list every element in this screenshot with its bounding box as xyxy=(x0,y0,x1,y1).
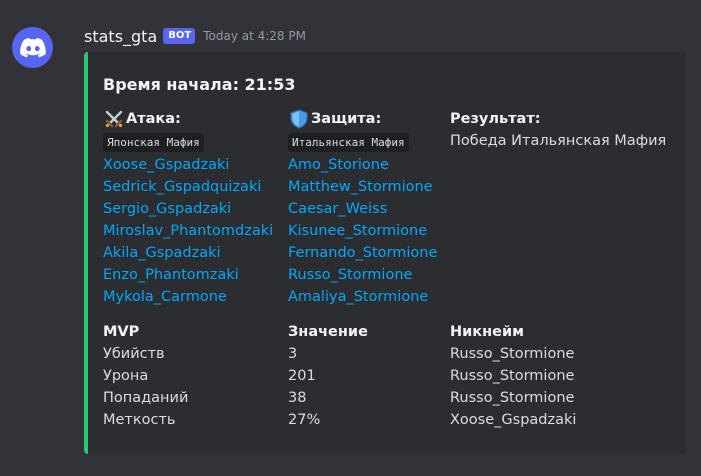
mvp-stat: Попаданий xyxy=(103,390,189,406)
mvp-value: 38 xyxy=(288,390,307,406)
attack-player[interactable]: Xoose_Gspadzaki xyxy=(103,154,273,176)
defense-label: Защита: xyxy=(311,111,382,127)
defense-player[interactable]: Amaliya_Stormione xyxy=(288,286,437,308)
defense-player[interactable]: Matthew_Stormione xyxy=(288,176,437,198)
result-field: Результат: Победа Итальянская Мафия xyxy=(450,108,666,152)
attack-player[interactable]: Mykola_Carmone xyxy=(103,286,273,308)
attack-faction: Японская Мафия xyxy=(103,133,204,152)
mvp-value: 27% xyxy=(288,412,321,428)
embed-title: Время начала: 21:53 xyxy=(103,75,296,94)
result-label: Результат: xyxy=(450,111,541,127)
defense-field: Защита: Итальянская Мафия Amo_Storione M… xyxy=(288,108,437,308)
timestamp[interactable]: Today at 4:28 PM xyxy=(203,29,306,43)
defense-player[interactable]: Kisunee_Stormione xyxy=(288,220,437,242)
username[interactable]: stats_gta xyxy=(84,27,157,46)
bot-avatar[interactable] xyxy=(12,27,53,68)
attack-label: Атака: xyxy=(126,111,181,127)
mvp-nickname: Xoose_Gspadzaki xyxy=(450,412,577,428)
defense-player[interactable]: Amo_Storione xyxy=(288,154,437,176)
discord-logo-icon xyxy=(19,37,46,57)
defense-faction: Итальянская Мафия xyxy=(288,133,409,152)
mvp-nickname: Russo_Stormione xyxy=(450,368,575,384)
attack-player[interactable]: Sedrick_Gspadquizaki xyxy=(103,176,273,198)
mvp-nickname-column: Никнейм Russo_Stormione Russo_Stormione … xyxy=(450,321,576,431)
attack-player[interactable]: Enzo_Phantomzaki xyxy=(103,264,273,286)
mvp-stat: Меткость xyxy=(103,412,176,428)
value-header: Значение xyxy=(288,324,368,340)
mvp-value-column: Значение 3 201 38 27% xyxy=(288,321,368,431)
defense-field-name: Защита: xyxy=(288,108,437,130)
mvp-stat: Урона xyxy=(103,368,149,384)
attack-player[interactable]: Akila_Gspadzaki xyxy=(103,242,273,264)
message-header: stats_gta BOT Today at 4:28 PM xyxy=(84,25,306,47)
bot-tag: BOT xyxy=(163,28,196,44)
mvp-stat: Убийств xyxy=(103,346,165,362)
mvp-nickname: Russo_Stormione xyxy=(450,346,575,362)
defense-player[interactable]: Caesar_Weiss xyxy=(288,198,437,220)
crossed-swords-icon xyxy=(103,108,125,130)
attack-player[interactable]: Miroslav_Phantomdzaki xyxy=(103,220,273,242)
attack-field-name: Атака: xyxy=(103,108,273,130)
shield-icon xyxy=(288,108,310,130)
mvp-value: 3 xyxy=(288,346,298,362)
result-value: Победа Итальянская Мафия xyxy=(450,133,667,149)
mvp-stat-column: MVP Убийств Урона Попаданий Меткость xyxy=(103,321,188,431)
mvp-value: 201 xyxy=(288,368,316,384)
attack-player[interactable]: Sergio_Gspadzaki xyxy=(103,198,273,220)
attack-field: Атака: Японская Мафия Xoose_Gspadzaki Se… xyxy=(103,108,273,308)
nickname-header: Никнейм xyxy=(450,324,525,340)
defense-player[interactable]: Fernando_Stormione xyxy=(288,242,437,264)
embed: Время начала: 21:53 Атака: Японская Мафи… xyxy=(84,52,686,454)
mvp-nickname: Russo_Stormione xyxy=(450,390,575,406)
defense-player[interactable]: Russo_Stormione xyxy=(288,264,437,286)
mvp-header: MVP xyxy=(103,324,140,340)
